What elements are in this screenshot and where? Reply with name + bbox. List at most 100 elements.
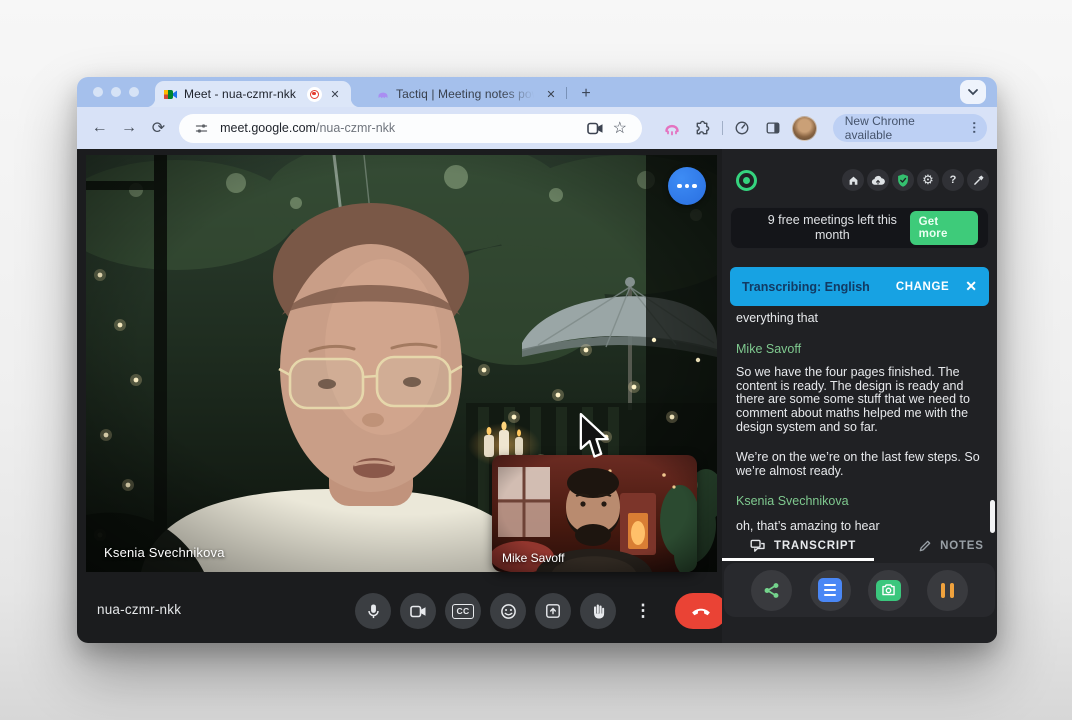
sidebar-toolbar bbox=[724, 563, 995, 617]
transcript-speaker: Mike Savoff bbox=[736, 342, 983, 356]
transcript-chat-icon bbox=[750, 539, 766, 553]
update-label: New Chrome available bbox=[845, 114, 962, 142]
meet-controls: CC ⋮ bbox=[355, 593, 727, 629]
bookmark-star-icon[interactable]: ☆ bbox=[608, 116, 632, 140]
microphone-icon bbox=[366, 603, 381, 620]
get-more-button[interactable]: Get more bbox=[910, 211, 978, 245]
camera-icon bbox=[410, 605, 427, 618]
transcript-text: We’re on the we’re on the last few steps… bbox=[736, 451, 983, 479]
reload-button[interactable]: ⟳ bbox=[146, 115, 171, 141]
performance-gauge-icon[interactable] bbox=[730, 116, 754, 140]
raise-hand-button[interactable] bbox=[580, 593, 616, 629]
smiley-icon bbox=[500, 603, 517, 620]
url-host: meet.google.com bbox=[220, 121, 316, 135]
cloud-upload-button[interactable] bbox=[867, 169, 889, 191]
tab-close-icon[interactable]: ✕ bbox=[327, 86, 343, 102]
extensions-puzzle-icon[interactable] bbox=[691, 116, 715, 140]
present-button[interactable] bbox=[535, 593, 571, 629]
more-options-button[interactable]: ⋮ bbox=[625, 593, 661, 629]
forward-button[interactable]: → bbox=[116, 115, 141, 141]
pip-name-label: Mike Savoff bbox=[502, 551, 564, 565]
tab-title: Tactiq | Meeting notes powe bbox=[396, 87, 537, 101]
docs-icon bbox=[818, 578, 842, 602]
browser-window: Meet - nua-czmr-nkk ✕ Tactiq | Meeting n… bbox=[77, 77, 997, 643]
transcribing-status: Transcribing: English bbox=[742, 280, 870, 294]
quota-card: 9 free meetings left this month Get more bbox=[730, 207, 989, 249]
gear-icon: ⚙ bbox=[922, 172, 934, 188]
share-icon bbox=[762, 581, 781, 600]
microphone-button[interactable] bbox=[355, 593, 391, 629]
tab-tactiq[interactable]: Tactiq | Meeting notes powe ✕ bbox=[367, 81, 567, 107]
tab-title: Meet - nua-czmr-nkk bbox=[184, 87, 301, 101]
help-button[interactable]: ? bbox=[942, 169, 964, 191]
site-settings-icon[interactable] bbox=[189, 116, 213, 140]
extension-icons bbox=[660, 116, 817, 141]
notes-pencil-icon bbox=[918, 539, 932, 553]
window-controls[interactable] bbox=[93, 87, 139, 97]
meet-page: Ksenia Svechnikova bbox=[77, 149, 997, 643]
tab-meet[interactable]: Meet - nua-czmr-nkk ✕ bbox=[155, 81, 351, 107]
more-menu-icon[interactable]: ⋯ bbox=[966, 121, 982, 135]
chrome-update-button[interactable]: New Chrome available ⋯ bbox=[833, 114, 987, 142]
captions-button[interactable]: CC bbox=[445, 593, 481, 629]
tab-notes[interactable]: NOTES bbox=[918, 539, 984, 553]
export-docs-button[interactable] bbox=[810, 570, 851, 611]
transcribing-banner: Transcribing: English CHANGE ✕ bbox=[730, 267, 989, 306]
raise-hand-icon bbox=[591, 603, 606, 619]
transcript-text: So we have the four pages finished. The … bbox=[736, 366, 983, 435]
side-panel-icon[interactable] bbox=[761, 116, 785, 140]
transcript-text: everything that bbox=[736, 312, 983, 326]
tactiq-logo-icon bbox=[736, 170, 757, 191]
address-bar[interactable]: meet.google.com/nua-czmr-nkk ☆ bbox=[179, 114, 642, 143]
transcript-speaker: Ksenia Svechnikova bbox=[736, 494, 983, 508]
screenshot-camera-icon bbox=[876, 580, 901, 601]
home-button[interactable] bbox=[842, 169, 864, 191]
transcript-panel[interactable]: everything that Mike Savoff So we have t… bbox=[730, 312, 989, 534]
pin-button[interactable] bbox=[967, 169, 989, 191]
chevron-down-icon bbox=[967, 88, 979, 96]
floating-chat-bubble-icon[interactable] bbox=[668, 167, 706, 205]
tab-search-button[interactable] bbox=[960, 80, 986, 104]
meeting-code-label: nua-czmr-nkk bbox=[97, 602, 181, 617]
tactiq-extension-icon[interactable] bbox=[660, 116, 684, 140]
profile-avatar[interactable] bbox=[792, 116, 817, 141]
shield-check-icon bbox=[896, 173, 910, 188]
settings-button[interactable]: ⚙ bbox=[917, 169, 939, 191]
camera-button[interactable] bbox=[400, 593, 436, 629]
meet-favicon-icon bbox=[163, 87, 178, 102]
back-button[interactable]: ← bbox=[87, 115, 112, 141]
change-language-button[interactable]: CHANGE bbox=[896, 281, 949, 293]
tab-close-icon[interactable]: ✕ bbox=[543, 86, 559, 102]
more-options-icon: ⋮ bbox=[635, 601, 652, 621]
sidebar-header: ⚙ ? bbox=[730, 167, 989, 193]
media-camera-icon[interactable] bbox=[584, 116, 608, 140]
tab-strip: Meet - nua-czmr-nkk ✕ Tactiq | Meeting n… bbox=[77, 77, 997, 107]
pause-icon bbox=[941, 583, 955, 598]
traffic-light-minimize[interactable] bbox=[111, 87, 121, 97]
pip-video-tile[interactable]: Mike Savoff bbox=[492, 455, 697, 572]
traffic-light-close[interactable] bbox=[93, 87, 103, 97]
privacy-shield-button[interactable] bbox=[892, 169, 914, 191]
tactiq-sidebar: ⚙ ? 9 free meetings left this month Get … bbox=[722, 149, 997, 643]
sidebar-tabs: TRANSCRIPT NOTES bbox=[722, 531, 997, 560]
reactions-button[interactable] bbox=[490, 593, 526, 629]
end-call-button[interactable] bbox=[675, 593, 727, 629]
new-tab-button[interactable]: + bbox=[575, 83, 597, 105]
pin-icon bbox=[972, 174, 985, 187]
url-path: /nua-czmr-nkk bbox=[316, 121, 395, 135]
traffic-light-zoom[interactable] bbox=[129, 87, 139, 97]
scrollbar-thumb[interactable] bbox=[990, 500, 995, 533]
pause-button[interactable] bbox=[927, 570, 968, 611]
cloud-upload-icon bbox=[871, 175, 885, 186]
banner-close-icon[interactable]: ✕ bbox=[965, 278, 977, 295]
share-button[interactable] bbox=[751, 570, 792, 611]
help-icon: ? bbox=[950, 174, 957, 186]
active-tab-underline bbox=[722, 558, 874, 561]
tab-divider bbox=[566, 87, 567, 99]
home-icon bbox=[847, 174, 860, 187]
tab-recording-indicator-icon bbox=[307, 87, 322, 102]
quota-text: 9 free meetings left this month bbox=[755, 213, 910, 243]
screenshot-button[interactable] bbox=[868, 570, 909, 611]
tab-transcript[interactable]: TRANSCRIPT bbox=[750, 539, 856, 553]
browser-toolbar: ← → ⟳ meet.google.com/nua-czmr-nkk ☆ bbox=[77, 107, 997, 149]
